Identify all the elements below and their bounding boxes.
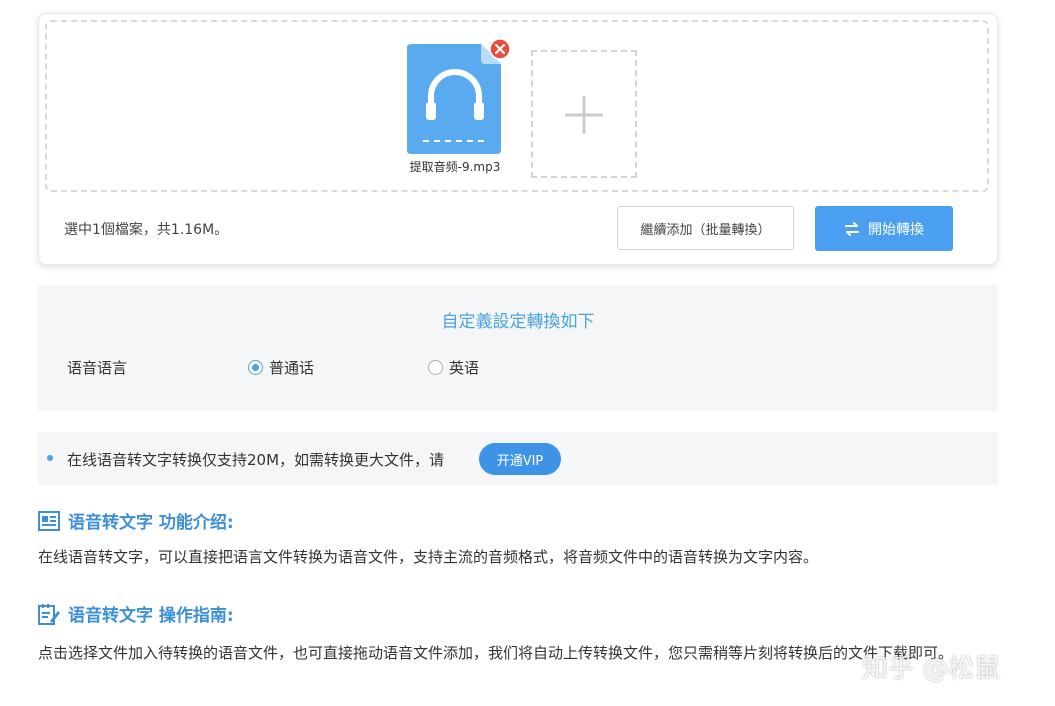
bullet-dot [47,455,53,461]
file-drop-zone[interactable]: 提取音频-9.mp3 [45,20,989,192]
language-label: 语音语言 [67,359,128,377]
guide-heading: 语音转文字 操作指南: [38,601,234,626]
intro-body: 在线语音转文字，可以直接把语言文件转换为语音文件，支持主流的音频格式，将音频文件… [38,548,819,566]
intro-heading-text: 语音转文字 功能介绍: [68,513,234,533]
guide-heading-text: 语音转文字 操作指南: [68,606,234,626]
file-name: 提取音频-9.mp3 [409,160,501,174]
start-convert-button[interactable]: 開始轉換 [815,206,953,251]
swap-icon [845,221,859,236]
radio-english-label: 英语 [449,359,480,377]
selection-status: 選中1個檔案，共1.16M。 [64,222,229,238]
upload-card: 提取音频-9.mp3 選中1個檔案，共1.16M。 繼續添加（批量轉換） 開始轉… [38,13,998,265]
notice-bar: 在线语音转文字转换仅支持20M，如需转换更大文件，请 开通VIP [38,432,998,485]
settings-panel: 自定義設定轉換如下 语音语言 普通话 英语 [38,285,998,411]
continue-add-button[interactable]: 繼續添加（批量轉換） [617,206,794,250]
file-tile[interactable]: 提取音频-9.mp3 [407,38,519,184]
radio-english[interactable]: 英语 [428,357,479,378]
plus-icon [565,96,603,134]
watermark: 知乎 @松鼠 [862,654,1001,684]
audio-file-icon [407,44,501,154]
notepad-edit-icon [38,603,60,625]
vip-button[interactable]: 开通VIP [479,443,561,475]
radio-mandarin-label: 普通话 [269,359,315,377]
radio-button-checked[interactable] [248,360,263,375]
document-icon [38,510,60,531]
intro-heading: 语音转文字 功能介绍: [38,508,234,533]
radio-button-unchecked[interactable] [428,360,443,375]
settings-title: 自定義設定轉換如下 [441,312,595,332]
radio-mandarin[interactable]: 普通话 [248,357,314,378]
start-convert-label: 開始轉換 [868,221,924,238]
add-file-button[interactable] [531,50,637,178]
remove-file-button[interactable] [489,38,511,60]
close-icon [489,38,511,60]
notice-text: 在线语音转文字转换仅支持20M，如需转换更大文件，请 [67,451,445,469]
